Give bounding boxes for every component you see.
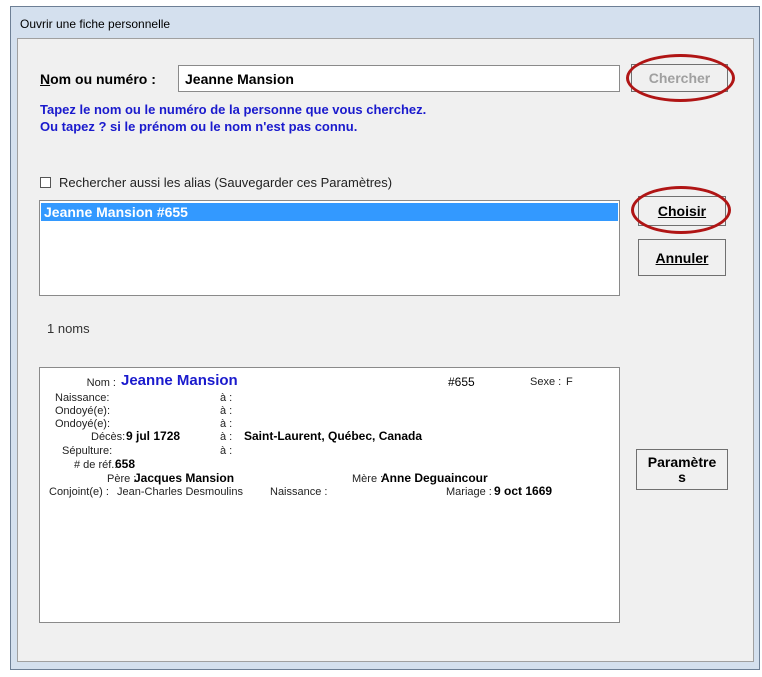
window-title: Ouvrir une fiche personnelle [20, 17, 171, 31]
marriage-label: Mariage : [446, 486, 492, 498]
ref-label: # de réf.: [74, 459, 118, 471]
choose-button-label: Choisir [657, 203, 707, 219]
sex-value: F [566, 376, 573, 388]
burial-place-label: à : [220, 445, 233, 457]
parameters-button-label: Paramètre [647, 453, 717, 470]
spouse-label: Conjoint(e) : [49, 486, 109, 498]
mother-label: Mère : [352, 473, 384, 485]
baptism1-place-label: à : [220, 405, 233, 417]
baptism1-label: Ondoyé(e): [55, 405, 111, 417]
person-details-panel: Nom : Jeanne Mansion #655 Sexe : F Naiss… [39, 367, 620, 623]
hint-line-1: Tapez le nom ou le numéro de la personne… [40, 102, 427, 117]
burial-label: Sépulture: [62, 445, 113, 457]
alias-checkbox-label: Rechercher aussi les alias (Sauvegarder … [59, 175, 393, 190]
person-id: #655 [448, 375, 475, 389]
father-label: Père : [107, 473, 137, 485]
name-label-text: om ou numéro : [50, 71, 156, 87]
cancel-button[interactable]: Annuler [638, 239, 726, 276]
person-name: Jeanne Mansion [121, 372, 238, 389]
father-name: Jacques Mansion [134, 471, 235, 485]
baptism2-label: Ondoyé(e): [55, 418, 111, 430]
parameters-button[interactable]: Paramètre s [636, 449, 728, 490]
baptism2-place-label: à : [220, 418, 233, 430]
list-item-selected[interactable]: Jeanne Mansion #655 [41, 203, 618, 221]
results-list[interactable]: Jeanne Mansion #655 [39, 200, 620, 296]
name-label-accesskey: N [40, 71, 51, 87]
name-input[interactable] [178, 65, 620, 92]
death-label: Décès: [91, 431, 126, 443]
death-place-label: à : [220, 431, 233, 443]
death-date: 9 jul 1728 [126, 429, 181, 443]
marriage-date: 9 oct 1669 [494, 484, 553, 498]
hint-line-2: Ou tapez ? si le prénom ou le nom n'est … [40, 119, 358, 134]
birth-place-label: à : [220, 392, 233, 404]
choose-button[interactable]: Choisir [638, 196, 726, 226]
search-button[interactable]: Chercher [631, 64, 728, 92]
birth-label: Naissance: [55, 392, 110, 404]
name-label: Nom ou numéro : [40, 71, 156, 87]
spouse-birth-label: Naissance : [270, 486, 328, 498]
results-count: 1 noms [47, 321, 90, 336]
spouse-name: Jean-Charles Desmoulins [117, 486, 243, 498]
death-place: Saint-Laurent, Québec, Canada [244, 429, 423, 443]
cancel-button-label: Annuler [655, 249, 709, 266]
checkbox-box[interactable] [40, 177, 51, 188]
ref-value: 658 [115, 457, 136, 471]
alias-checkbox[interactable]: Rechercher aussi les alias (Sauvegarder … [40, 175, 392, 190]
parameters-button-label-wrap: s [678, 468, 686, 485]
name-field-label: Nom : [86, 377, 116, 389]
sex-label: Sexe : [530, 376, 562, 388]
mother-name: Anne Deguaincour [381, 471, 488, 485]
